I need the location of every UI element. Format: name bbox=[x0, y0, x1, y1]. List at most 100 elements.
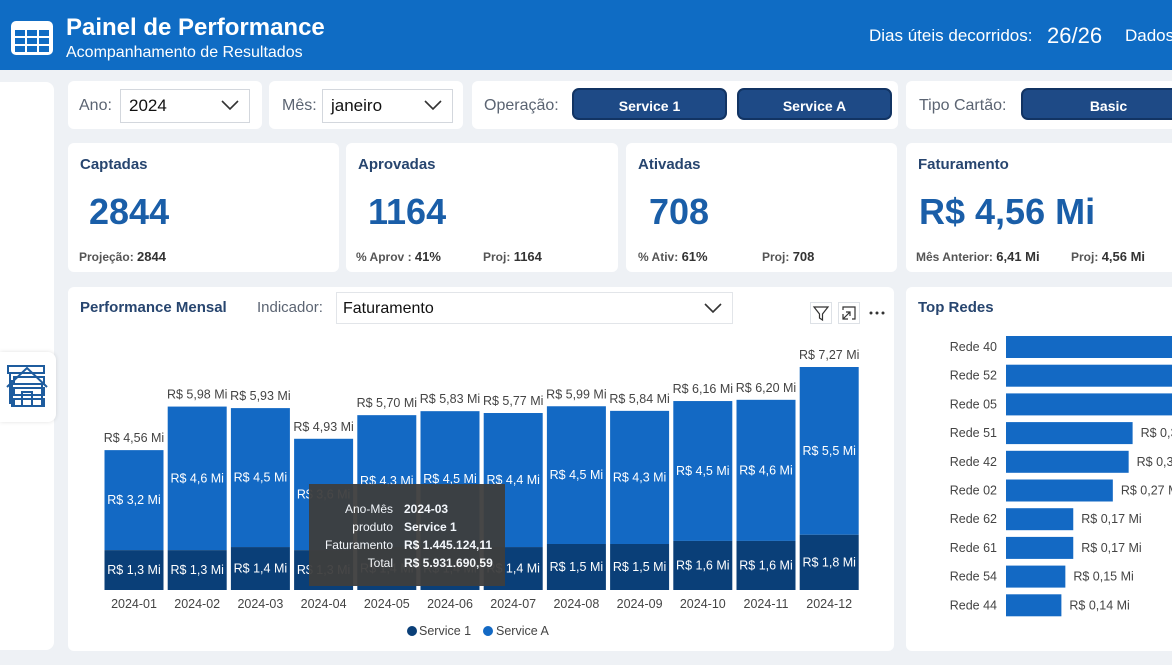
kpi-title: Ativadas bbox=[638, 156, 701, 173]
data-label: R$ 0,17 Mi bbox=[1081, 541, 1141, 555]
business-days-label: Dias úteis decorridos: bbox=[869, 26, 1033, 45]
total-label: R$ 6,16 Mi bbox=[673, 382, 733, 396]
x-tick-label: 2024-11 bbox=[744, 597, 789, 611]
kpi-rate-value: 61% bbox=[681, 249, 708, 264]
kpi-value: 2844 bbox=[89, 191, 170, 232]
chevron-down-icon bbox=[221, 100, 239, 111]
category-label: Rede 52 bbox=[950, 369, 997, 383]
bar-rede bbox=[1006, 508, 1074, 531]
total-label: R$ 5,84 Mi bbox=[609, 392, 669, 406]
indicator-dropdown[interactable]: Faturamento bbox=[336, 292, 733, 324]
data-label: R$ 0,27 Mi bbox=[1121, 484, 1172, 498]
more-options-button[interactable] bbox=[866, 302, 888, 324]
data-label: R$ 1,8 Mi bbox=[802, 555, 856, 569]
data-label: R$ 4,6 Mi bbox=[170, 471, 224, 485]
year-filter-card: Ano: 2024 bbox=[68, 81, 262, 129]
operation-filter-card: Operação: Service 1 Service A bbox=[472, 81, 898, 129]
category-label: Rede 61 bbox=[950, 541, 997, 555]
category-label: Rede 62 bbox=[950, 512, 997, 526]
x-tick-label: 2024-10 bbox=[680, 597, 726, 611]
kpi-ativadas: Ativadas 708 % Ativ: 61% Proj: 708 bbox=[626, 143, 897, 272]
kpi-projection-label: Proj: bbox=[1071, 250, 1099, 264]
kpi-value: 708 bbox=[649, 191, 710, 232]
operation-option-service-1[interactable]: Service 1 bbox=[572, 88, 727, 120]
top-redes-chart: Rede 40Rede 52RRede 05R$Rede 51R$ 0,32Re… bbox=[950, 336, 1172, 617]
data-label: R$ 0,15 Mi bbox=[1073, 570, 1133, 584]
kpi-projection: Projeção: 2844 bbox=[79, 249, 166, 264]
category-label: Rede 54 bbox=[950, 570, 997, 584]
focus-mode-button[interactable] bbox=[838, 302, 860, 324]
bar-rede bbox=[1006, 594, 1062, 617]
expand-icon bbox=[842, 306, 856, 320]
x-tick-label: 2024-09 bbox=[617, 597, 663, 611]
operation-option-service-a[interactable]: Service A bbox=[737, 88, 892, 120]
bar-rede bbox=[1006, 364, 1172, 387]
data-label: R$ 1,4 Mi bbox=[234, 562, 288, 576]
data-label: R$ 3,2 Mi bbox=[107, 493, 161, 507]
total-label: R$ 7,27 Mi bbox=[799, 348, 859, 362]
bar-rede bbox=[1006, 336, 1172, 358]
list-nav-icon[interactable] bbox=[6, 364, 48, 408]
page-title: Painel de Performance bbox=[66, 14, 325, 41]
data-label: R$ 0,32 bbox=[1141, 426, 1172, 440]
kpi-projection: Proj: 1164 bbox=[483, 249, 542, 264]
legend-label: Service A bbox=[496, 624, 549, 638]
category-label: Rede 44 bbox=[950, 598, 997, 612]
data-label: R$ 0,31 Mi bbox=[1137, 455, 1172, 469]
tooltip-value: Service 1 bbox=[404, 520, 457, 534]
kpi-projection-label: Projeção: bbox=[79, 250, 134, 264]
kpi-value: R$ 4,56 Mi bbox=[919, 191, 1096, 232]
kpi-projection-value: 4,56 Mi bbox=[1101, 249, 1146, 264]
tooltip-row: Total R$ 5.931.690,59 bbox=[309, 556, 505, 574]
tooltip-key: Faturamento bbox=[324, 538, 393, 552]
total-label: R$ 5,93 Mi bbox=[230, 389, 290, 403]
data-label: Dados bbox=[1125, 26, 1172, 45]
chevron-down-icon bbox=[704, 303, 722, 314]
kpi-projection-label: Proj: bbox=[483, 250, 511, 264]
month-filter-card: Mês: janeiro bbox=[269, 81, 463, 129]
x-tick-label: 2024-05 bbox=[364, 597, 410, 611]
year-dropdown[interactable]: 2024 bbox=[120, 89, 250, 123]
data-label: R$ 4,5 Mi bbox=[234, 471, 288, 485]
month-filter-label: Mês: bbox=[282, 97, 317, 114]
tooltip-key: Total bbox=[367, 556, 393, 570]
category-label: Rede 05 bbox=[950, 397, 997, 411]
data-label: R$ 1,3 Mi bbox=[107, 563, 161, 577]
filter-button[interactable] bbox=[810, 302, 832, 324]
top-redes-card: Top Redes Rede 40Rede 52RRede 05R$Rede 5… bbox=[906, 287, 1172, 651]
kpi-rate: % Ativ: 61% bbox=[638, 249, 708, 264]
tooltip-value: R$ 1.445.124,11 bbox=[404, 538, 493, 552]
kpi-captadas: Captadas 2844 Projeção: 2844 bbox=[68, 143, 339, 272]
x-tick-label: 2024-06 bbox=[427, 597, 473, 611]
kpi-rate: % Aprov : 41% bbox=[356, 249, 441, 264]
x-tick-label: 2024-07 bbox=[490, 597, 536, 611]
kpi-faturamento: Faturamento R$ 4,56 Mi Mês Anterior: 6,4… bbox=[906, 143, 1172, 272]
chart-title: Performance Mensal bbox=[80, 299, 227, 316]
data-label: R$ 1,6 Mi bbox=[739, 558, 793, 572]
kpi-projection: Proj: 4,56 Mi bbox=[1071, 249, 1145, 264]
legend-marker-service-a bbox=[483, 626, 493, 636]
x-tick-label: 2024-02 bbox=[174, 597, 220, 611]
tooltip-row: Ano-Mês 2024-03 bbox=[309, 502, 505, 520]
tooltip-row: Faturamento R$ 1.445.124,11 bbox=[309, 538, 505, 556]
app-header: Painel de Performance Acompanhamento de … bbox=[0, 0, 1172, 70]
indicator-label: Indicador: bbox=[257, 299, 323, 316]
kpi-value: 1164 bbox=[368, 191, 447, 232]
tooltip-value: 2024-03 bbox=[404, 502, 449, 516]
year-filter-label: Ano: bbox=[79, 97, 112, 114]
data-label: R$ 4,5 Mi bbox=[550, 468, 604, 482]
data-label: R$ 4,6 Mi bbox=[739, 463, 793, 477]
filter-icon bbox=[812, 306, 830, 322]
chart-tooltip: Ano-Mês 2024-03 produto Service 1 Fatura… bbox=[309, 484, 505, 586]
data-label: R$ 5,5 Mi bbox=[802, 444, 856, 458]
category-label: Rede 51 bbox=[950, 426, 997, 440]
kpi-projection-value: 708 bbox=[792, 249, 815, 264]
card-type-option-basic[interactable]: Basic bbox=[1021, 88, 1172, 120]
data-label: R$ 1,3 Mi bbox=[170, 563, 224, 577]
tooltip-value: R$ 5.931.690,59 bbox=[404, 556, 493, 570]
bar-rede bbox=[1006, 536, 1074, 559]
category-label: Rede 02 bbox=[950, 484, 997, 498]
month-dropdown[interactable]: janeiro bbox=[322, 89, 453, 123]
bar-rede bbox=[1006, 565, 1066, 588]
data-label: R$ 0,17 Mi bbox=[1081, 512, 1141, 526]
